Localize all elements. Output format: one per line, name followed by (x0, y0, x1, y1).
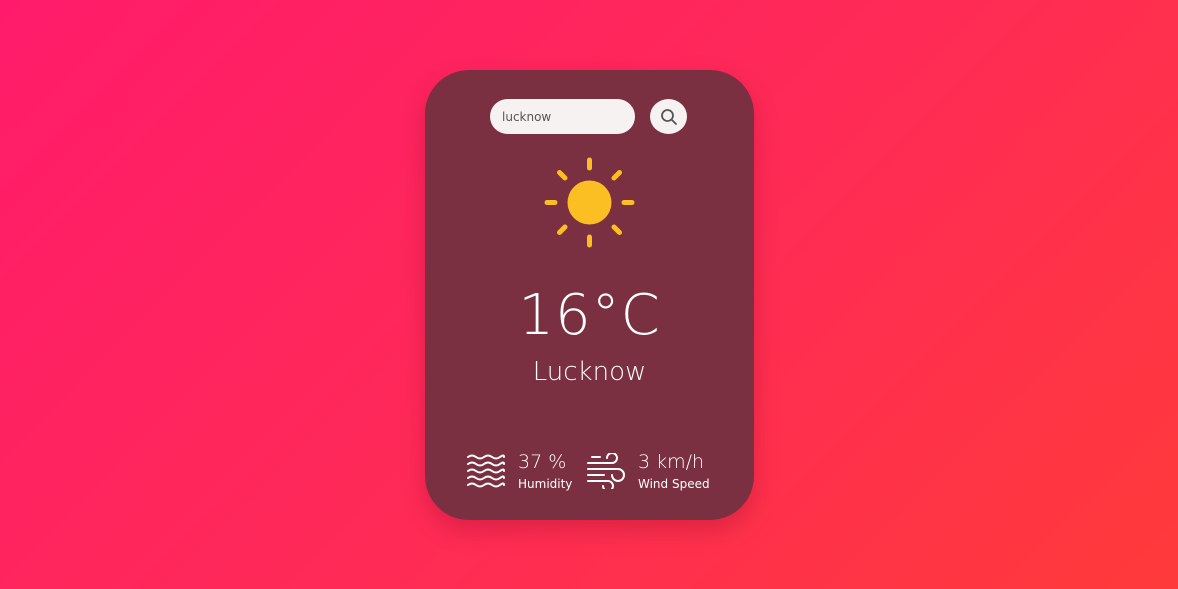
search-button[interactable] (650, 99, 687, 134)
city-name: Lucknow (532, 357, 647, 387)
humidity-value: 37 % (518, 451, 567, 473)
sun-icon (544, 157, 635, 248)
search-icon (660, 108, 677, 125)
humidity-label: Humidity (518, 477, 573, 491)
humidity-waves-icon (467, 454, 505, 488)
search-bar (490, 99, 690, 134)
wind-stat: 3 km/h Wind Speed (586, 451, 716, 493)
temperature: 16°C (518, 283, 661, 348)
weather-card: 16°C Lucknow 37 % Humidity 3 km/h (425, 70, 754, 520)
wind-icon (587, 453, 625, 489)
humidity-stat: 37 % Humidity (466, 451, 576, 493)
wind-value: 3 km/h (638, 451, 705, 473)
wind-label: Wind Speed (638, 477, 710, 491)
search-input[interactable] (490, 99, 635, 134)
